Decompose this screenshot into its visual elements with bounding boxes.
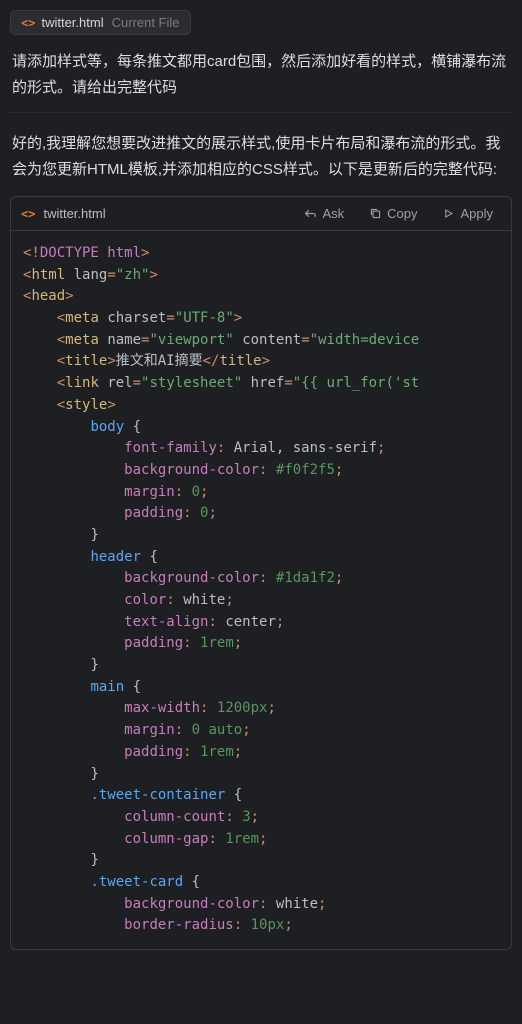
- copy-icon: [368, 207, 382, 221]
- file-chip-subtitle: Current File: [112, 15, 180, 30]
- copy-button[interactable]: Copy: [360, 203, 425, 224]
- code-body[interactable]: <!DOCTYPE html> <html lang="zh"> <head> …: [11, 231, 511, 949]
- ask-button[interactable]: Ask: [295, 203, 352, 224]
- apply-label: Apply: [460, 206, 493, 221]
- play-icon: [441, 207, 455, 221]
- file-chip-name: twitter.html: [41, 15, 103, 30]
- user-message: 请添加样式等，每条推文都用card包围，然后添加好看的样式，横铺瀑布流的形式。请…: [10, 43, 512, 113]
- file-chip-row: <> twitter.html Current File: [10, 10, 512, 35]
- ask-label: Ask: [322, 206, 344, 221]
- file-chip[interactable]: <> twitter.html Current File: [10, 10, 191, 35]
- code-header: <> twitter.html Ask Copy Apply: [11, 197, 511, 231]
- undo-arrow-icon: [303, 207, 317, 221]
- html-file-icon: <>: [21, 207, 35, 221]
- assistant-message: 好的,我理解您想要改进推文的展示样式,使用卡片布局和瀑布流的形式。我会为您更新H…: [10, 131, 512, 196]
- html-file-icon: <>: [21, 16, 35, 30]
- apply-button[interactable]: Apply: [433, 203, 501, 224]
- code-filename: twitter.html: [43, 206, 105, 221]
- copy-label: Copy: [387, 206, 417, 221]
- code-block: <> twitter.html Ask Copy Apply: [10, 196, 512, 950]
